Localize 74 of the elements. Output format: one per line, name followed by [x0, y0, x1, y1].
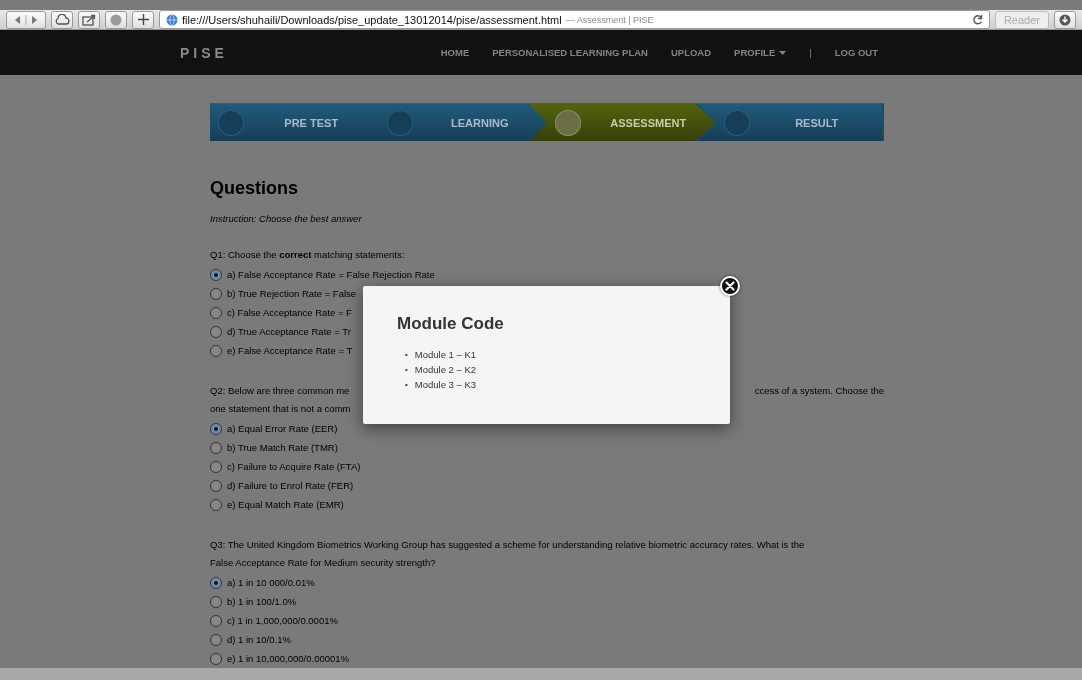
list-item: Module 1 – K1 [414, 348, 477, 362]
list-item: Module 2 – K2 [414, 363, 477, 377]
answer-option[interactable]: d) Failure to Enrol Rate (FER) [227, 480, 354, 491]
nav-link[interactable]: UPLOAD [670, 47, 712, 58]
reload-icon[interactable] [972, 14, 983, 25]
cloud-icon [54, 13, 70, 26]
circle-icon [110, 13, 122, 26]
answer-option[interactable]: e) 1 in 10,000,000/0.00001% [227, 653, 349, 664]
nav-link[interactable]: PERSONALISED LEARNING PLAN [492, 47, 648, 58]
address-bar[interactable]: file:///Users/shuhaili/Downloads/pise_update_13012014/pise/assessment.html — Assessment | PISE [159, 10, 990, 29]
radio-button[interactable] [210, 268, 222, 281]
answer-option[interactable]: e) Equal Match Rate (EMR) [227, 499, 344, 510]
progress-step: PRE TEST [210, 104, 379, 141]
question-text: one statement that is not a comm [210, 402, 351, 416]
answer-option[interactable]: c) 1 in 1,000,000/0.0001% [227, 615, 338, 626]
radio-button[interactable] [210, 576, 222, 589]
question-text: False Acceptance Rate for Medium security strength? [210, 556, 436, 570]
list-item: Module 3 – K3 [414, 378, 477, 392]
share-icon [82, 13, 96, 26]
close-icon [725, 281, 735, 291]
answer-option[interactable]: b) True Match Rate (TMR) [227, 442, 338, 453]
radio-button[interactable] [210, 306, 222, 319]
radio-button[interactable] [210, 652, 222, 665]
answer-option[interactable]: c) False Acceptance Rate = F [227, 307, 352, 318]
radio-button[interactable] [210, 441, 222, 454]
back-forward-button[interactable] [6, 10, 46, 29]
radio-button[interactable] [210, 595, 222, 608]
radio-button[interactable] [210, 325, 222, 338]
answer-option[interactable]: b) 1 in 100/1.0% [227, 596, 297, 607]
add-button[interactable] [132, 10, 154, 29]
answer-option[interactable]: e) False Acceptance Rate = T [227, 345, 353, 356]
nav-separator: | [809, 47, 812, 58]
cloud-button[interactable] [51, 10, 73, 29]
instruction-text: Instruction: Choose the best answer [210, 213, 363, 224]
progress-step: RESULT [697, 104, 884, 141]
radio-button[interactable] [210, 479, 222, 492]
page-title: — Assessment | PISE [565, 14, 654, 25]
answer-option[interactable]: b) True Rejection Rate = False [227, 288, 357, 299]
question-text: Q2: Below are three common me [210, 384, 350, 398]
radio-button[interactable] [210, 614, 222, 627]
page-heading: Questions [210, 178, 299, 199]
list-bullet: • [405, 379, 408, 391]
modal-title: Module Code [397, 314, 505, 334]
question-text: Q3: The United Kingdom Biometrics Working Group has suggested a scheme for understanding relative biometric accuracy rates. What is the [210, 538, 805, 552]
radio-button[interactable] [210, 422, 222, 435]
url-text: file:///Users/shuhaili/Downloads/pise_update_13012014/pise/assessment.html [182, 13, 562, 26]
answer-option[interactable]: a) Equal Error Rate (EER) [227, 423, 338, 434]
list-bullet: • [405, 349, 408, 361]
question-text: ccess of a system. Choose the [754, 384, 884, 398]
downloads-button[interactable] [1054, 10, 1076, 29]
question-text: Q1: Choose the correct matching statements: [210, 248, 405, 262]
radio-button[interactable] [210, 287, 222, 300]
caret-icon [779, 50, 787, 55]
list-bullet: • [405, 364, 408, 376]
answer-option[interactable]: d) True Acceptance Rate = Tr [227, 326, 351, 337]
answer-option[interactable]: d) 1 in 10/0.1% [227, 634, 291, 645]
close-button[interactable] [720, 276, 740, 296]
share-button[interactable] [78, 10, 100, 29]
nav-link[interactable]: HOME [440, 47, 470, 58]
download-icon [1059, 13, 1071, 26]
nav-dropdown[interactable]: PROFILE [734, 47, 787, 58]
answer-option[interactable]: a) False Acceptance Rate = False Rejection Rate [227, 269, 435, 280]
answer-option[interactable]: c) Failure to Acquire Rate (FTA) [227, 461, 361, 472]
answer-option[interactable]: a) 1 in 10 000/0.01% [227, 577, 315, 588]
radio-button[interactable] [210, 460, 222, 473]
plus-icon [137, 14, 149, 25]
stop-button[interactable] [105, 10, 127, 29]
radio-button[interactable] [210, 344, 222, 357]
radio-button[interactable] [210, 498, 222, 511]
globe-icon [166, 13, 178, 26]
radio-button[interactable] [210, 633, 222, 646]
nav-link[interactable]: LOG OUT [834, 47, 878, 58]
site-logo[interactable]: PISE [180, 44, 228, 61]
progress-step: ASSESSMENT [529, 104, 716, 141]
